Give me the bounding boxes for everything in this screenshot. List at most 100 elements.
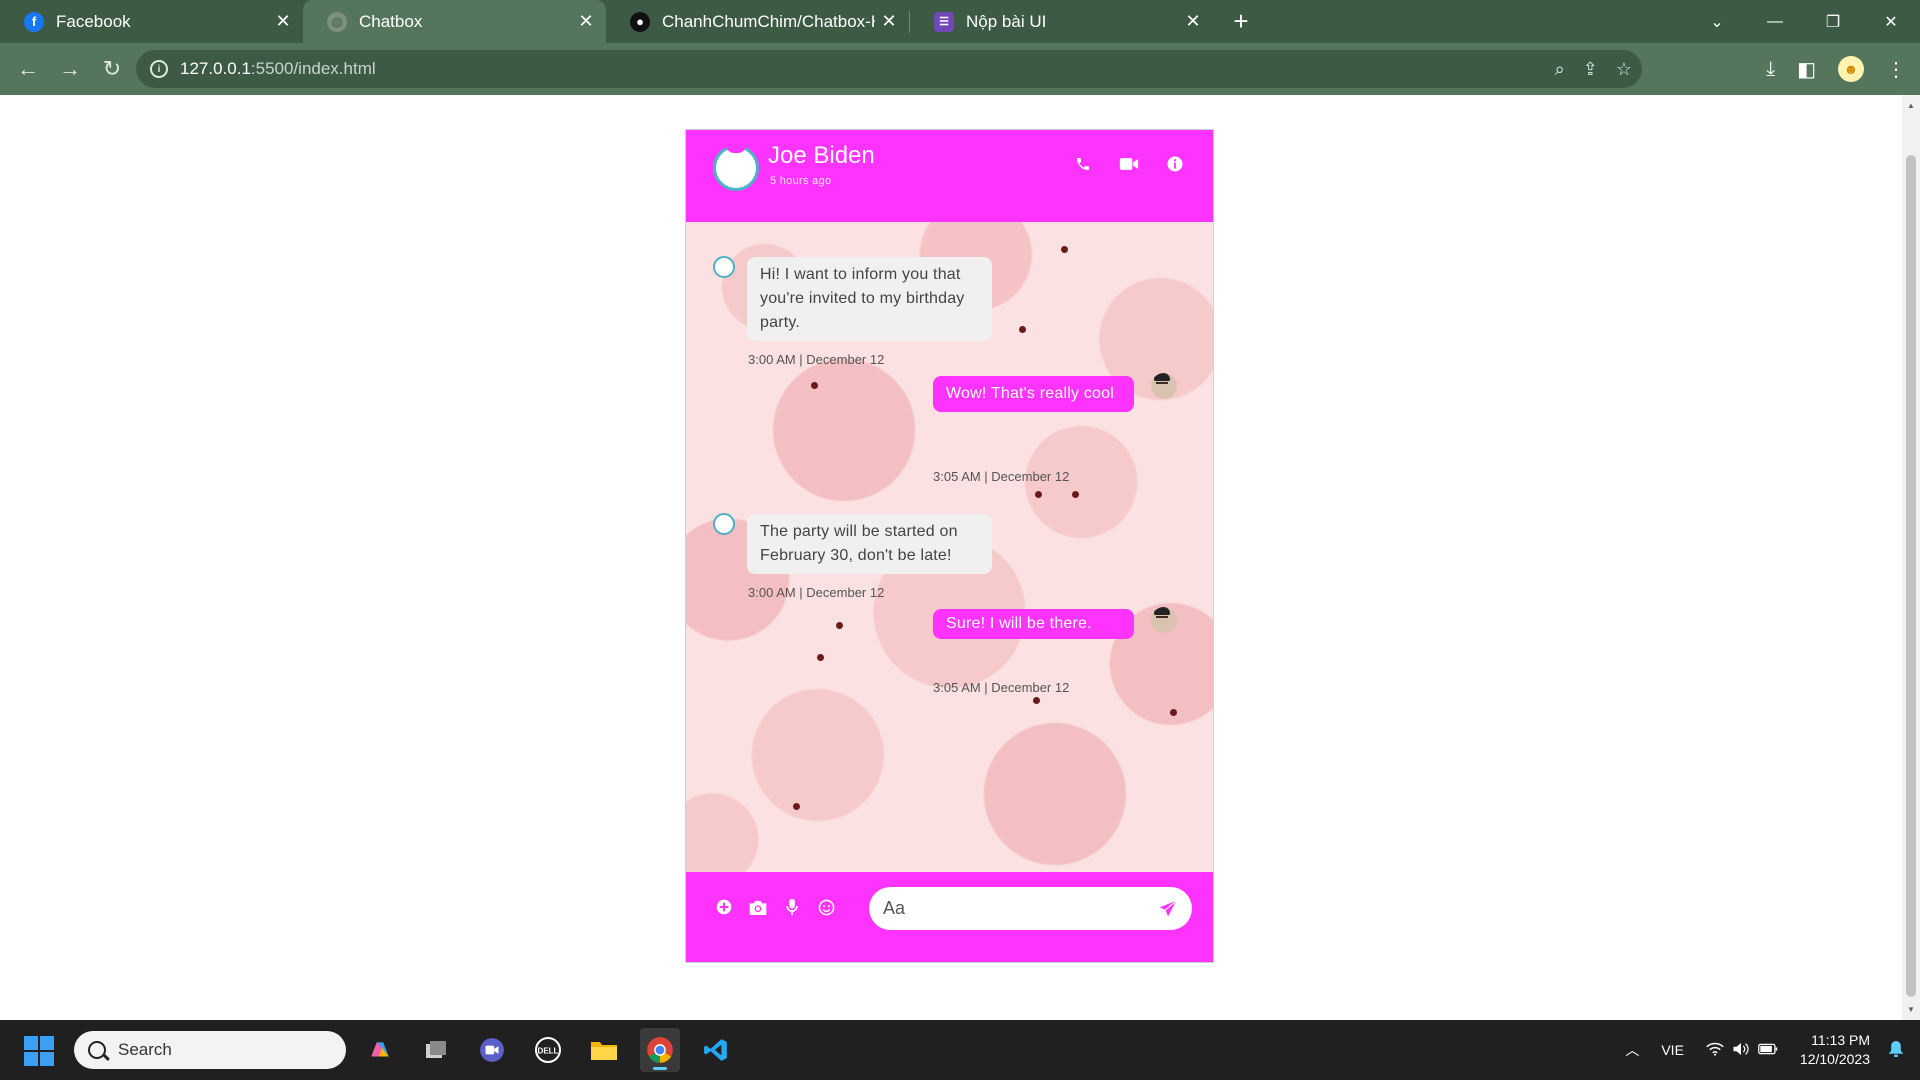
scroll-down-arrow-icon[interactable]: ▼ (1906, 1005, 1916, 1014)
facebook-icon: f (24, 11, 44, 32)
tab-title: Facebook (56, 11, 131, 31)
volume-icon[interactable] (1732, 1042, 1750, 1059)
reload-icon[interactable]: ↻ (92, 49, 132, 89)
url-host: 127.0.0.1 (180, 59, 251, 78)
bookmark-star-icon[interactable]: ☆ (1616, 59, 1632, 80)
contact-status: 5 hours ago (770, 175, 832, 187)
wifi-icon[interactable] (1706, 1042, 1724, 1059)
download-icon[interactable]: ⤓ (1766, 58, 1775, 81)
scrollbar-thumb[interactable] (1906, 155, 1916, 997)
kebab-menu-icon[interactable]: ⋮ (1886, 57, 1906, 82)
camera-icon[interactable] (748, 897, 768, 917)
message-timestamp: 3:00 AM | December 12 (748, 585, 885, 600)
pattern-dot (1033, 697, 1040, 704)
close-icon[interactable]: ✕ (269, 11, 297, 32)
close-icon[interactable]: ✕ (875, 11, 903, 32)
address-bar[interactable]: i 127.0.0.1:5500/index.html ⌕ ⇪ ☆ (136, 50, 1642, 88)
video-camera-icon[interactable] (1119, 154, 1139, 174)
windows-start-icon[interactable] (24, 1036, 54, 1066)
battery-icon[interactable] (1758, 1042, 1778, 1059)
chrome-icon[interactable] (640, 1028, 680, 1072)
plus-circle-icon[interactable] (714, 897, 734, 917)
close-icon[interactable]: ✕ (1179, 11, 1207, 32)
chatbox: Joe Biden 5 hours ago Hi! I want to info… (685, 129, 1214, 963)
dell-icon[interactable]: DELL (528, 1028, 568, 1072)
taskbar-search[interactable]: Search (74, 1031, 346, 1069)
profile-avatar-icon[interactable]: ☻ (1838, 56, 1864, 82)
page-scrollbar[interactable]: ▲ ▼ (1902, 95, 1920, 1020)
pattern-dot (1061, 246, 1068, 253)
svg-text:DELL: DELL (538, 1047, 559, 1056)
user-avatar (1151, 373, 1177, 399)
message-input[interactable] (883, 887, 1143, 930)
message-bubble: Wow! That's really cool (933, 376, 1134, 412)
message-bubble: Hi! I want to inform you that you're inv… (747, 257, 992, 341)
language-indicator[interactable]: VIE (1661, 1042, 1684, 1058)
copilot-icon[interactable] (360, 1028, 400, 1072)
tab-title: Chatbox (359, 11, 423, 31)
tab-title: ChanhChumChim/Chatbox-Hom (662, 11, 875, 31)
phone-icon[interactable] (1073, 154, 1093, 174)
system-tray: ︿ VIE 11:13 PM 12/10/2023 (1625, 1020, 1920, 1080)
page-viewport: Joe Biden 5 hours ago Hi! I want to info… (0, 95, 1902, 1020)
scroll-up-arrow-icon[interactable]: ▲ (1906, 101, 1916, 110)
tab-nop-bai-ui[interactable]: ☰ Nộp bài UI ✕ (910, 0, 1213, 43)
minimize-icon[interactable]: — (1746, 13, 1804, 31)
back-arrow-icon[interactable]: ← (8, 49, 48, 89)
message-bubble: The party will be started on February 30… (747, 514, 992, 574)
message-bubble: Sure! I will be there. (933, 609, 1134, 639)
github-icon: ● (630, 11, 650, 32)
tab-github[interactable]: ● ChanhChumChim/Chatbox-Hom ✕ (606, 0, 909, 43)
sender-avatar (713, 256, 735, 278)
chevron-down-icon[interactable]: ⌄ (1688, 12, 1746, 32)
microphone-icon[interactable] (782, 897, 802, 917)
pattern-dot (1170, 709, 1177, 716)
search-label: Search (118, 1040, 172, 1059)
pattern-dot (817, 654, 824, 661)
message-input-wrapper (869, 887, 1192, 930)
restore-icon[interactable]: ❐ (1804, 12, 1862, 32)
windows-taskbar: Search DELL ︿ VIE 11:13 PM 12/10/2023 (0, 1020, 1920, 1080)
pattern-dot (1019, 326, 1026, 333)
taskbar-clock[interactable]: 11:13 PM 12/10/2023 (1800, 1031, 1870, 1069)
taskbar-apps: DELL (360, 1028, 736, 1072)
pattern-dot (1072, 491, 1079, 498)
video-call-app-icon[interactable] (472, 1028, 512, 1072)
file-explorer-icon[interactable] (584, 1028, 624, 1072)
side-panel-icon[interactable]: ◧ (1797, 57, 1816, 82)
chat-messages-area[interactable]: Hi! I want to inform you that you're inv… (686, 222, 1213, 872)
browser-toolbar: ← → ↻ i 127.0.0.1:5500/index.html ⌕ ⇪ ☆ … (0, 43, 1920, 95)
close-window-icon[interactable]: ✕ (1862, 12, 1920, 32)
clock-date: 12/10/2023 (1799, 1051, 1870, 1067)
pattern-dot (1035, 491, 1042, 498)
notification-bell-icon[interactable] (1888, 1040, 1904, 1061)
clock-time: 11:13 PM (1811, 1032, 1870, 1048)
contact-avatar (713, 145, 759, 191)
chevron-up-icon[interactable]: ︿ (1625, 1040, 1639, 1060)
share-icon[interactable]: ⇪ (1583, 59, 1598, 80)
pattern-dot (793, 803, 800, 810)
new-tab-button[interactable]: + (1223, 0, 1259, 43)
contact-name: Joe Biden (768, 142, 875, 169)
vscode-icon[interactable] (696, 1028, 736, 1072)
info-icon[interactable] (1165, 154, 1185, 174)
url-path: :5500/index.html (250, 59, 376, 78)
site-info-icon[interactable]: i (150, 60, 168, 78)
emoji-icon[interactable] (816, 897, 836, 917)
user-avatar (1151, 607, 1177, 633)
tab-facebook[interactable]: f Facebook ✕ (0, 0, 303, 43)
chat-header: Joe Biden 5 hours ago (686, 130, 1213, 222)
forward-arrow-icon[interactable]: → (50, 49, 90, 89)
task-view-icon[interactable] (416, 1028, 456, 1072)
window-controls: ⌄ — ❐ ✕ (1688, 0, 1920, 43)
message-timestamp: 3:05 AM | December 12 (933, 680, 1070, 695)
zoom-icon[interactable]: ⌕ (1555, 59, 1565, 80)
tab-chatbox[interactable]: ◍ Chatbox ✕ (303, 0, 606, 43)
message-timestamp: 3:05 AM | December 12 (933, 469, 1070, 484)
message-timestamp: 3:00 AM | December 12 (748, 352, 885, 367)
pattern-dot (811, 382, 818, 389)
pattern-dot (836, 622, 843, 629)
close-icon[interactable]: ✕ (572, 11, 600, 32)
globe-icon: ◍ (327, 11, 347, 32)
send-icon[interactable] (1156, 897, 1180, 921)
